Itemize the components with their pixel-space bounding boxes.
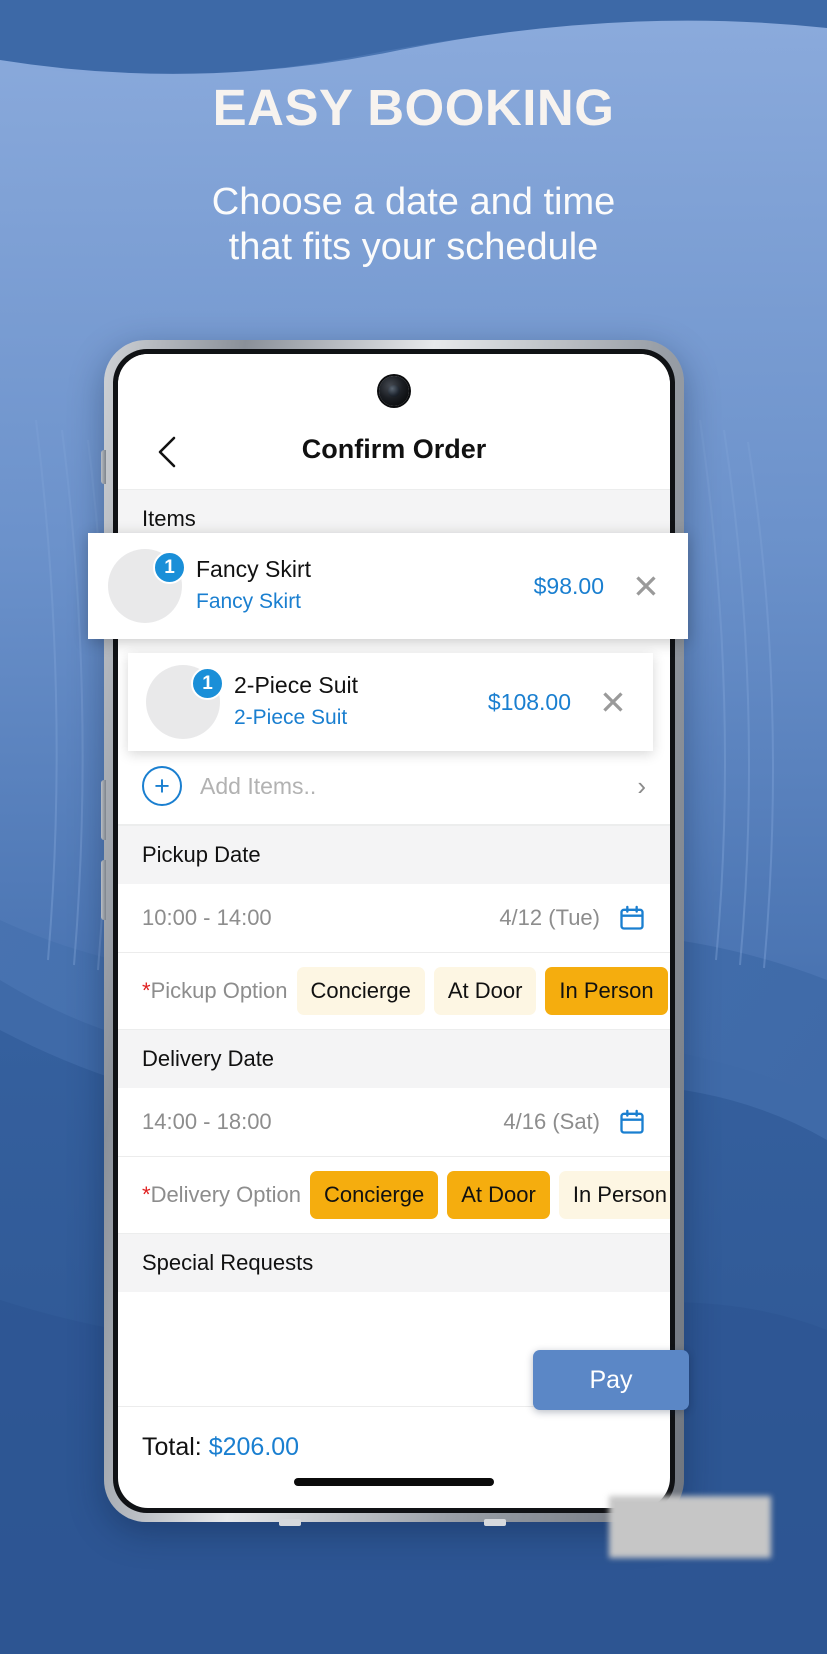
total-value: $206.00 <box>208 1433 300 1461</box>
required-marker: * <box>142 1182 151 1207</box>
promo-subhead-line1: Choose a date and time <box>211 181 616 224</box>
phone-side-button-top <box>101 450 106 484</box>
item-service: 2-Piece Suit <box>234 705 348 729</box>
item-text-block: 2-Piece Suit 2-Piece Suit <box>234 670 474 735</box>
phone-bezel: Confirm Order Items 1 Fancy Skirt Fancy … <box>113 349 675 1513</box>
item-price: $108.00 <box>487 688 571 715</box>
pickup-option-label-text: Pickup Option <box>150 978 288 1003</box>
item-text-block: Fancy Skirt Fancy Skirt <box>196 554 520 619</box>
promo-text-block: EASY BOOKING Choose a date and time that… <box>0 79 827 270</box>
pickup-option-in-person[interactable]: In Person <box>545 967 668 1015</box>
section-header-delivery-date: Delivery Date <box>118 1029 670 1088</box>
promo-subhead-line2: that fits your schedule <box>228 225 599 268</box>
pickup-date-value: 4/12 (Tue) <box>499 905 600 930</box>
chevron-left-icon <box>158 436 176 468</box>
phone-bottom-antenna-right <box>484 1519 506 1526</box>
pay-button-label: Pay <box>589 1365 633 1394</box>
promo-headline: EASY BOOKING <box>212 79 615 136</box>
item-quantity-badge: 1 <box>153 551 186 584</box>
phone-volume-up-button <box>101 780 106 840</box>
item-thumbnail-wrap: 1 <box>146 665 224 739</box>
pickup-option-concierge[interactable]: Concierge <box>296 967 425 1015</box>
front-camera-icon <box>379 376 409 406</box>
home-indicator[interactable] <box>294 1478 494 1486</box>
item-name: 2-Piece Suit <box>234 671 359 698</box>
phone-screen: Confirm Order Items 1 Fancy Skirt Fancy … <box>118 354 670 1508</box>
remove-item-button[interactable]: ✕ <box>624 570 668 603</box>
item-price: $98.00 <box>533 572 604 599</box>
delivery-option-label-text: Delivery Option <box>150 1182 301 1207</box>
promo-subhead: Choose a date and time that fits your sc… <box>0 180 827 270</box>
total-label: Total: <box>142 1433 202 1461</box>
delivery-time-range: 14:00 - 18:00 <box>142 1109 272 1134</box>
pickup-date-row[interactable]: 10:00 - 14:00 4/12 (Tue) <box>118 884 670 953</box>
pickup-option-label: *Pickup Option <box>142 978 288 1004</box>
delivery-option-row: *Delivery Option Concierge At Door In Pe… <box>118 1157 670 1233</box>
item-thumbnail-wrap: 1 <box>108 549 186 623</box>
blurred-placeholder-block <box>609 1496 771 1558</box>
pickup-time-range: 10:00 - 14:00 <box>142 905 272 930</box>
plus-circle-icon: + <box>142 766 182 806</box>
calendar-icon[interactable] <box>618 1108 646 1136</box>
required-marker: * <box>142 978 151 1003</box>
delivery-option-at-door[interactable]: At Door <box>447 1171 550 1219</box>
section-header-special-requests: Special Requests <box>118 1233 670 1292</box>
remove-item-button[interactable]: ✕ <box>591 686 635 719</box>
floating-item-card-suit[interactable]: 1 2-Piece Suit 2-Piece Suit $108.00 ✕ <box>128 653 653 751</box>
chevron-right-icon: › <box>637 770 646 801</box>
delivery-option-in-person[interactable]: In Person <box>558 1171 670 1219</box>
delivery-option-label: *Delivery Option <box>142 1182 301 1208</box>
page-title: Confirm Order <box>301 434 487 464</box>
pay-button[interactable]: Pay <box>533 1350 689 1410</box>
item-service: Fancy Skirt <box>196 589 302 613</box>
phone-mockup: Confirm Order Items 1 Fancy Skirt Fancy … <box>101 340 684 1526</box>
floating-item-card-skirt[interactable]: 1 Fancy Skirt Fancy Skirt $98.00 ✕ <box>88 533 688 639</box>
pickup-option-at-door[interactable]: At Door <box>433 967 537 1015</box>
app-bar: Confirm Order <box>118 354 670 489</box>
item-quantity-badge: 1 <box>191 667 224 700</box>
order-total: Total: $206.00 <box>118 1407 670 1462</box>
phone-volume-down-button <box>101 860 106 920</box>
calendar-icon[interactable] <box>618 904 646 932</box>
back-button[interactable] <box>148 433 186 471</box>
add-items-label: Add Items.. <box>200 772 317 799</box>
list-item[interactable]: 1 2-Piece Suit 2-Piece Suit $108.00 ✕ <box>128 653 653 751</box>
pickup-option-row: *Pickup Option Concierge At Door In Pers… <box>118 953 670 1029</box>
list-item[interactable]: 1 Fancy Skirt Fancy Skirt $98.00 ✕ <box>88 533 688 639</box>
delivery-date-row[interactable]: 14:00 - 18:00 4/16 (Sat) <box>118 1088 670 1157</box>
delivery-option-concierge[interactable]: Concierge <box>309 1171 439 1219</box>
delivery-date-value: 4/16 (Sat) <box>503 1109 600 1134</box>
phone-bottom-antenna-left <box>279 1519 301 1526</box>
item-name: Fancy Skirt <box>196 555 312 582</box>
promo-screenshot: EASY BOOKING Choose a date and time that… <box>0 0 827 1654</box>
section-header-pickup-date: Pickup Date <box>118 825 670 884</box>
add-items-row[interactable]: + Add Items.. › <box>118 748 670 825</box>
